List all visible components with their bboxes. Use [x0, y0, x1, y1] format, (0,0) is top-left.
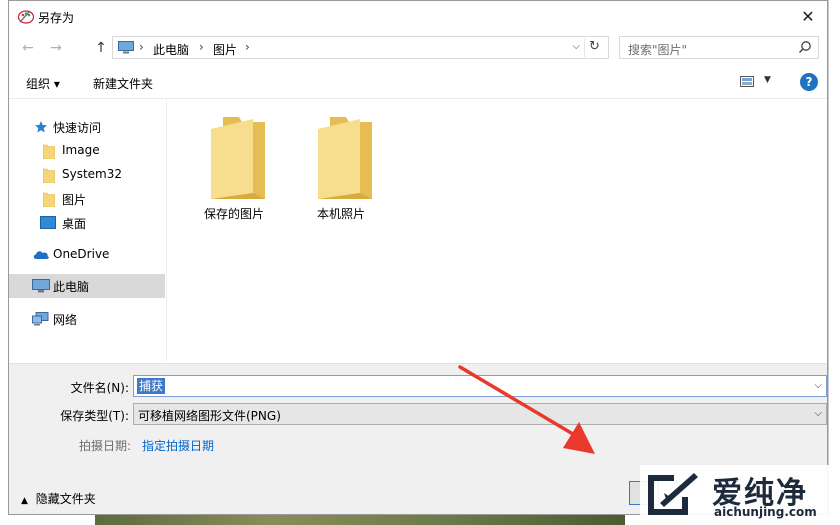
breadcrumb-separator: › — [245, 40, 250, 54]
address-row: ← → ↑ › 此电脑 › 图片 › ⌵ ↻ 搜索"图片" — [9, 35, 827, 61]
hide-folders-button[interactable]: ▲ 隐藏文件夹 — [21, 490, 96, 507]
breadcrumb-this-pc[interactable]: 此电脑 — [153, 41, 189, 58]
save-as-dialog: 另存为 ✕ ← → ↑ › 此电脑 › 图片 › ⌵ ↻ 搜索"图片" 组织 ▾… — [8, 0, 828, 515]
sidebar-item-desktop[interactable]: 桌面 — [9, 211, 165, 235]
network-icon — [32, 312, 49, 326]
back-button[interactable]: ← — [19, 39, 37, 57]
breadcrumb-pictures[interactable]: 图片 — [213, 41, 237, 58]
folder-item-camera-roll[interactable]: 本机照片 — [296, 99, 386, 221]
background-image-strip — [95, 515, 625, 525]
folder-label: 保存的图片 — [203, 207, 264, 221]
file-list: 保存的图片 本机照片 — [168, 99, 827, 361]
chevron-down-icon[interactable]: ⌵ — [814, 380, 822, 391]
title-bar: 另存为 ✕ — [9, 1, 827, 32]
navigation-pane: 快速访问 Image System32 图片 桌面 OneDrive 此电脑 网… — [9, 99, 167, 361]
computer-icon — [118, 41, 134, 54]
view-dropdown-icon[interactable]: ▼ — [764, 75, 771, 85]
search-input[interactable]: 搜索"图片" — [619, 36, 819, 59]
folder-item-saved-pictures[interactable]: 保存的图片 — [189, 99, 279, 221]
sidebar-item-label: 网络 — [53, 313, 78, 327]
sidebar-item-image[interactable]: Image — [9, 139, 165, 163]
sidebar-item-label: 图片 — [62, 193, 87, 207]
folder-label: 本机照片 — [316, 207, 365, 221]
folder-icon — [43, 192, 55, 207]
chevron-up-icon: ▲ — [21, 496, 28, 506]
new-folder-button[interactable]: 新建文件夹 — [93, 75, 153, 92]
brand-logo-icon — [648, 473, 698, 515]
breadcrumb-separator: › — [139, 40, 144, 54]
sidebar-item-label: Image — [62, 143, 100, 157]
address-bar[interactable]: › 此电脑 › 图片 › ⌵ ↻ — [112, 36, 609, 59]
sidebar-item-label: 快速访问 — [53, 121, 102, 135]
view-options-icon[interactable] — [740, 76, 754, 87]
sidebar-item-onedrive[interactable]: OneDrive — [9, 243, 165, 267]
folder-icon — [318, 117, 372, 199]
filename-value: 捕获 — [137, 378, 166, 394]
computer-icon — [32, 279, 50, 293]
filetype-label: 保存类型(T): — [60, 409, 129, 423]
chevron-down-icon: ⌵ — [814, 408, 822, 419]
close-button[interactable]: ✕ — [789, 1, 827, 32]
cloud-icon — [33, 251, 49, 259]
forward-button[interactable]: → — [47, 39, 65, 57]
help-icon[interactable]: ? — [800, 73, 818, 91]
sidebar-item-this-pc[interactable]: 此电脑 — [9, 274, 165, 298]
watermark: 爱纯净 aichunjing.com — [640, 465, 840, 525]
sidebar-item-pictures[interactable]: 图片 — [9, 187, 165, 211]
desktop-icon — [40, 216, 56, 229]
sidebar-item-label: 此电脑 — [53, 280, 90, 294]
paint-app-icon — [17, 10, 35, 24]
breadcrumb-separator: › — [199, 40, 204, 54]
search-icon — [798, 41, 811, 54]
filename-label: 文件名(N): — [70, 381, 129, 395]
arrow-left-icon: ← — [22, 40, 34, 56]
sidebar-item-system32[interactable]: System32 — [9, 163, 165, 187]
refresh-icon[interactable]: ↻ — [584, 39, 604, 57]
folder-icon — [43, 168, 55, 183]
background-window-strip — [828, 0, 840, 525]
annotation-arrow — [458, 365, 595, 454]
chevron-down-icon[interactable]: ⌵ — [572, 41, 580, 52]
command-bar: 组织 ▾ 新建文件夹 ▼ ? — [9, 65, 827, 99]
search-placeholder: 搜索"图片" — [628, 43, 688, 57]
date-taken-label: 拍摄日期: — [79, 439, 132, 453]
sidebar-item-network[interactable]: 网络 — [9, 307, 165, 331]
sidebar-item-label: 桌面 — [62, 217, 87, 231]
date-taken-link[interactable]: 指定拍摄日期 — [142, 437, 214, 454]
watermark-url: aichunjing.com — [714, 505, 817, 519]
sidebar-item-label: OneDrive — [53, 247, 110, 261]
hide-folders-label: 隐藏文件夹 — [35, 492, 96, 506]
folder-icon — [211, 117, 265, 199]
up-button[interactable]: ↑ — [92, 39, 110, 57]
star-icon — [35, 121, 47, 133]
window-title: 另存为 — [38, 11, 75, 25]
folder-icon — [43, 144, 55, 159]
arrow-right-icon: → — [50, 40, 62, 56]
sidebar-item-quick-access[interactable]: 快速访问 — [9, 115, 165, 139]
filetype-value: 可移植网络图形文件(PNG) — [138, 409, 281, 423]
arrow-up-icon: ↑ — [95, 40, 107, 56]
organize-button[interactable]: 组织 ▾ — [26, 75, 60, 92]
close-icon: ✕ — [801, 7, 815, 26]
sidebar-item-label: System32 — [62, 167, 123, 181]
